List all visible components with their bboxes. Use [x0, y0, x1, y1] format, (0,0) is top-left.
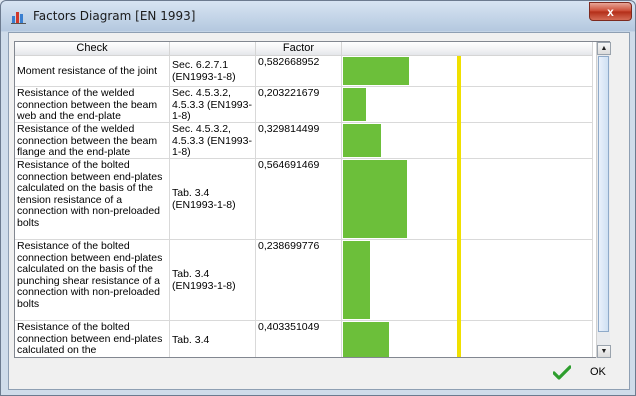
window-title: Factors Diagram [EN 1993] [33, 9, 196, 23]
factor-cell: 0,564691469 [256, 159, 342, 239]
factor-bar-cell [342, 240, 593, 320]
factor-cell: 0,203221679 [256, 87, 342, 122]
check-cell: Resistance of the bolted connection betw… [15, 240, 170, 320]
check-cell: Moment resistance of the joint [15, 56, 170, 86]
check-cell: Resistance of the bolted connection betw… [15, 159, 170, 239]
vertical-scrollbar[interactable]: ▲ ▼ [596, 42, 611, 358]
app-icon [11, 12, 26, 24]
close-button[interactable]: x [589, 2, 632, 21]
check-cell: Resistance of the bolted connection betw… [15, 321, 170, 357]
header-factor[interactable]: Factor [256, 42, 342, 56]
factors-table: Check Factor Moment resistance of the jo… [14, 41, 610, 358]
checkmark-icon [553, 365, 571, 380]
factor-bar-cell [342, 56, 593, 86]
table-row[interactable]: Resistance of the bolted connection betw… [15, 240, 593, 321]
factor-bar [343, 124, 381, 157]
factor-cell: 0,582668952 [256, 56, 342, 86]
factor-bar [343, 88, 366, 121]
table-row[interactable]: Resistance of the bolted connection betw… [15, 159, 593, 240]
reference-cell: Sec. 6.2.7.1 (EN1993-1-8) [170, 56, 256, 86]
limit-line [457, 56, 461, 357]
table-row[interactable]: Resistance of the welded connection betw… [15, 87, 593, 123]
reference-cell: Tab. 3.4 [170, 321, 256, 357]
check-cell: Resistance of the welded connection betw… [15, 123, 170, 158]
factor-bar [343, 57, 409, 85]
table-row[interactable]: Resistance of the welded connection betw… [15, 123, 593, 159]
scroll-up-icon[interactable]: ▲ [597, 42, 611, 55]
table-row[interactable]: Moment resistance of the joint Sec. 6.2.… [15, 56, 593, 87]
check-cell: Resistance of the welded connection betw… [15, 87, 170, 122]
header-reference[interactable] [170, 42, 256, 56]
factor-bar-cell [342, 123, 593, 158]
header-check[interactable]: Check [15, 42, 170, 56]
scroll-thumb[interactable] [598, 56, 609, 332]
reference-cell: Tab. 3.4 (EN1993-1-8) [170, 159, 256, 239]
factor-bar-cell [342, 321, 593, 357]
factor-bar-cell [342, 159, 593, 239]
ok-label: OK [590, 366, 606, 378]
scroll-down-icon[interactable]: ▼ [597, 345, 611, 358]
table-row[interactable]: Resistance of the bolted connection betw… [15, 321, 593, 357]
factor-bar-cell [342, 87, 593, 122]
factor-cell: 0,329814499 [256, 123, 342, 158]
table-header: Check Factor [15, 42, 609, 56]
factor-bar [343, 241, 370, 319]
reference-cell: Tab. 3.4 (EN1993-1-8) [170, 240, 256, 320]
header-diagram[interactable] [342, 42, 593, 56]
factor-bar [343, 322, 389, 357]
title-bar[interactable]: Factors Diagram [EN 1993] x [1, 1, 635, 31]
factor-bar [343, 160, 407, 238]
factor-cell: 0,403351049 [256, 321, 342, 357]
factor-cell: 0,238699776 [256, 240, 342, 320]
reference-cell: Sec. 4.5.3.2, 4.5.3.3 (EN1993-1-8) [170, 87, 256, 122]
reference-cell: Sec. 4.5.3.2, 4.5.3.3 (EN1993-1-8) [170, 123, 256, 158]
